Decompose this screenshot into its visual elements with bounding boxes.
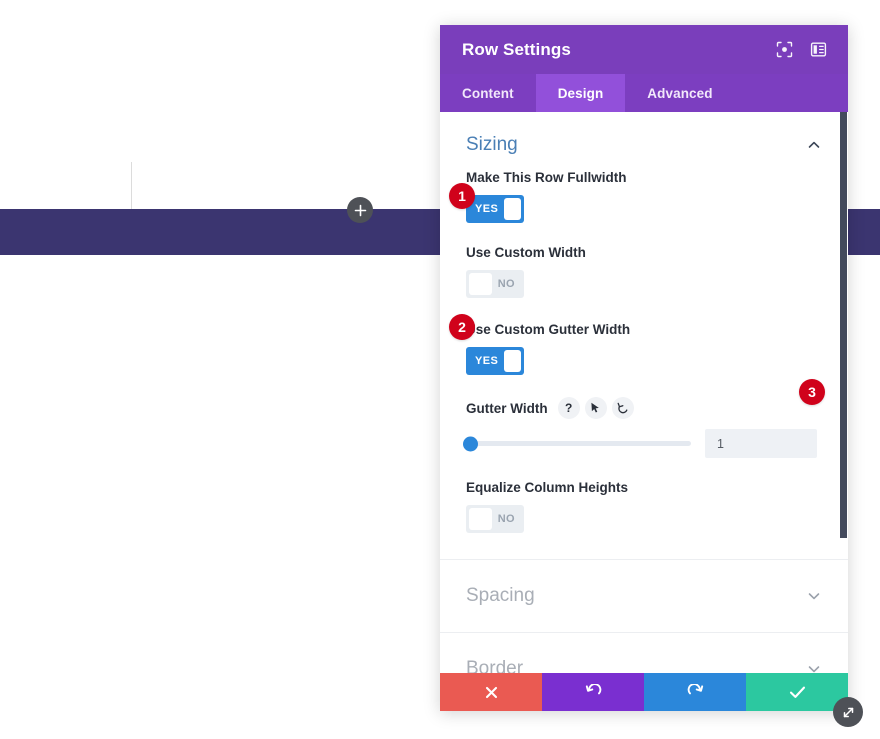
section-title-sizing: Sizing <box>466 134 518 155</box>
section-sizing: Sizing Make This Row Fullwidth YES Use C… <box>440 112 848 560</box>
callout-badge-1: 1 <box>449 183 475 209</box>
gutter-width-slider[interactable] <box>463 436 691 451</box>
modal-footer <box>440 673 848 711</box>
toggle-wrap-custom-width: NO <box>466 270 524 300</box>
add-row-button[interactable] <box>347 197 373 223</box>
slider-handle[interactable] <box>463 436 478 451</box>
page-title: Row Settings <box>462 39 571 59</box>
plus-icon <box>354 204 366 216</box>
label-use-custom-width: Use Custom Width <box>466 245 586 260</box>
settings-scroll-area: Sizing Make This Row Fullwidth YES Use C… <box>440 112 848 673</box>
redo-icon <box>687 683 703 694</box>
save-button[interactable] <box>746 673 848 711</box>
field-make-row-fullwidth: Make This Row Fullwidth YES <box>466 170 822 223</box>
column-guide-line <box>131 162 132 210</box>
toggle-use-custom-gutter-width[interactable]: YES <box>466 347 524 375</box>
cursor-pointer-icon[interactable] <box>584 397 607 419</box>
undo-button[interactable] <box>542 673 644 711</box>
chevron-up-icon[interactable] <box>806 137 822 153</box>
field-use-custom-gutter-width: Use Custom Gutter Width YES <box>466 322 822 375</box>
gutter-width-slider-row: 1 <box>463 429 822 458</box>
gutter-width-input[interactable]: 1 <box>705 429 817 458</box>
cancel-button[interactable] <box>440 673 542 711</box>
section-sizing-content: Make This Row Fullwidth YES Use Custom W… <box>440 170 848 559</box>
modal-scrollbar[interactable] <box>840 112 847 673</box>
chevron-down-icon[interactable] <box>806 661 822 673</box>
undo-icon <box>585 683 601 694</box>
resize-diagonal-icon <box>843 707 853 717</box>
reset-icon[interactable] <box>611 397 634 419</box>
modal-header: Row Settings <box>440 25 848 74</box>
section-border: Border <box>440 633 848 673</box>
toggle-knob <box>469 273 492 295</box>
app-canvas: Row Settings Content Design Advanced Siz… <box>0 0 880 739</box>
section-border-header[interactable]: Border <box>440 633 848 673</box>
tab-design[interactable]: Design <box>535 74 626 112</box>
check-icon <box>789 686 805 698</box>
help-icon-glyph: ? <box>564 401 573 415</box>
tab-bar: Content Design Advanced <box>440 74 848 112</box>
section-spacing: Spacing <box>440 560 848 633</box>
focus-mode-icon[interactable] <box>772 38 796 62</box>
close-icon <box>485 686 497 698</box>
toggle-state-equalize: NO <box>497 513 515 525</box>
row-settings-modal: Row Settings Content Design Advanced Siz… <box>440 25 848 711</box>
toggle-state-fullwidth: YES <box>475 203 499 215</box>
toggle-knob <box>504 198 521 220</box>
toggle-make-row-fullwidth[interactable]: YES <box>466 195 524 223</box>
toggle-knob <box>504 350 521 372</box>
chevron-down-icon[interactable] <box>806 588 822 604</box>
section-sizing-header[interactable]: Sizing <box>440 112 848 170</box>
tab-content[interactable]: Content <box>440 74 536 112</box>
label-equalize-column-heights: Equalize Column Heights <box>466 480 629 495</box>
toggle-wrap-equalize: NO <box>466 505 524 535</box>
help-icon[interactable]: ? <box>557 397 580 419</box>
section-spacing-header[interactable]: Spacing <box>440 560 848 632</box>
toggle-use-custom-width[interactable]: NO <box>466 270 524 298</box>
modal-scrollbar-thumb[interactable] <box>840 112 847 538</box>
toggle-equalize-column-heights[interactable]: NO <box>466 505 524 533</box>
toggle-state-custom-width: NO <box>497 278 515 290</box>
modal-resize-handle[interactable] <box>833 697 863 727</box>
section-title-spacing: Spacing <box>466 585 535 606</box>
label-make-row-fullwidth: Make This Row Fullwidth <box>466 170 627 185</box>
toggle-state-custom-gutter: YES <box>475 355 499 367</box>
label-use-custom-gutter-width: Use Custom Gutter Width <box>466 322 631 337</box>
field-use-custom-width: Use Custom Width NO <box>466 245 822 300</box>
section-title-border: Border <box>466 658 524 673</box>
toggle-wrap-fullwidth: YES <box>466 195 524 223</box>
panel-layout-icon[interactable] <box>806 38 830 62</box>
modal-body: Sizing Make This Row Fullwidth YES Use C… <box>440 112 848 673</box>
field-gutter-width: Gutter Width ? 1 <box>463 397 822 458</box>
redo-button[interactable] <box>644 673 746 711</box>
field-equalize-column-heights: Equalize Column Heights NO <box>466 480 822 535</box>
toggle-knob <box>469 508 492 530</box>
tab-advanced[interactable]: Advanced <box>625 74 734 112</box>
callout-badge-2: 2 <box>449 314 475 340</box>
label-gutter-width: Gutter Width ? <box>466 397 822 419</box>
toggle-wrap-custom-gutter: YES <box>466 347 524 375</box>
callout-badge-3: 3 <box>799 379 825 405</box>
